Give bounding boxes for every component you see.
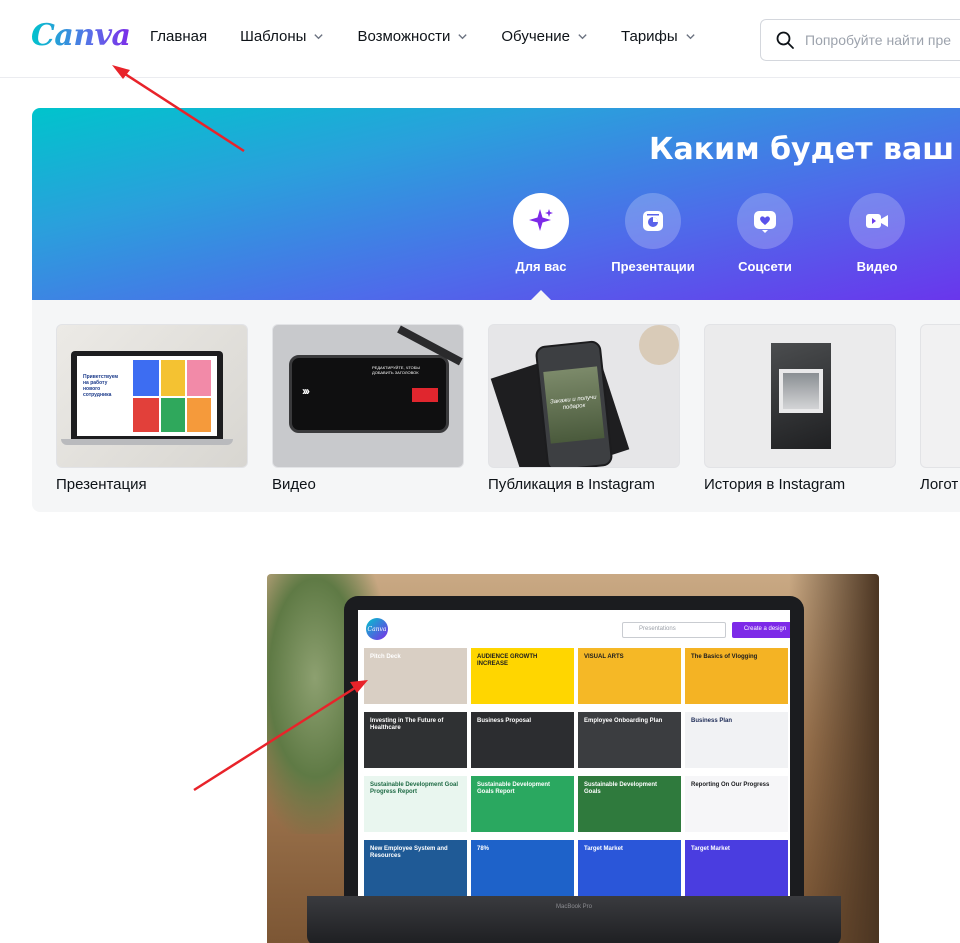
instagram-post-thumbnail: Закажи и получи подарок bbox=[488, 324, 680, 468]
search-box[interactable] bbox=[760, 19, 960, 61]
nav-templates-label: Шаблоны bbox=[240, 28, 307, 45]
top-header: Canva Главная Шаблоны Возможности Обучен… bbox=[0, 0, 960, 78]
design-type-logo-label: Логот bbox=[920, 476, 959, 493]
design-type-presentation-label: Презентация bbox=[56, 476, 147, 493]
category-for-you-label: Для вас bbox=[515, 259, 567, 274]
design-type-instagram-story-label: История в Instagram bbox=[704, 476, 846, 493]
phone-frame: ››› РЕДАКТИРУЙТЕ, ЧТОБЫ ДОБАВИТЬ ЗАГОЛОВ… bbox=[289, 355, 449, 433]
design-type-instagram-story[interactable]: История в Instagram bbox=[704, 324, 896, 493]
photo-block bbox=[133, 360, 159, 396]
screen-template-tile: Reporting On Our Progress bbox=[685, 776, 788, 832]
category-social-label: Соцсети bbox=[738, 259, 792, 274]
phone-frame: Закажи и получи подарок bbox=[534, 339, 614, 467]
chevron-down-icon bbox=[578, 34, 587, 40]
canva-logo[interactable]: Canva bbox=[31, 18, 131, 53]
screen-template-tile: VISUAL ARTS bbox=[578, 648, 681, 704]
canva-laptop-photo: Canva Presentations Create a design Pitc… bbox=[267, 574, 879, 943]
presentation-thumbnail: Приветствуем на работу нового сотрудника bbox=[56, 324, 248, 468]
laptop-screen: Canva Presentations Create a design Pitc… bbox=[358, 610, 790, 896]
video-thumbnail: ››› РЕДАКТИРУЙТЕ, ЧТОБЫ ДОБАВИТЬ ЗАГОЛОВ… bbox=[272, 324, 464, 468]
active-category-pointer bbox=[531, 290, 551, 300]
search-icon bbox=[776, 31, 794, 49]
category-for-you-circle bbox=[513, 193, 569, 249]
chevron-down-icon bbox=[458, 34, 468, 40]
photo-block bbox=[187, 360, 211, 396]
screen-template-tile: 78% bbox=[471, 840, 574, 896]
screen-template-tile: Target Market bbox=[578, 840, 681, 896]
category-social[interactable]: Соцсети bbox=[709, 193, 821, 274]
design-type-video[interactable]: ››› РЕДАКТИРУЙТЕ, ЧТОБЫ ДОБАВИТЬ ЗАГОЛОВ… bbox=[272, 324, 464, 493]
screen-template-tile: Business Plan bbox=[685, 712, 788, 768]
screen-search-field: Presentations bbox=[622, 622, 726, 638]
play-arrows: ››› bbox=[302, 384, 310, 398]
design-types-strip: Приветствуем на работу нового сотрудника… bbox=[32, 300, 960, 512]
design-type-instagram-post[interactable]: Закажи и получи подарок Публикация в Ins… bbox=[488, 324, 680, 493]
slide-text: Приветствуем на работу нового сотрудника bbox=[83, 374, 119, 398]
design-type-instagram-post-label: Публикация в Instagram bbox=[488, 476, 655, 493]
category-presentations-circle bbox=[625, 193, 681, 249]
screen-template-tile: AUDIENCE GROWTH INCREASE bbox=[471, 648, 574, 704]
nav-learn[interactable]: Обучение bbox=[501, 28, 588, 45]
nav-home-label: Главная bbox=[150, 28, 208, 45]
nav-features-label: Возможности bbox=[357, 28, 451, 45]
hero-banner: Каким будет ваш д Для вас Презентации Со… bbox=[32, 108, 960, 300]
screen-template-tile: Business Proposal bbox=[471, 712, 574, 768]
category-presentations[interactable]: Презентации bbox=[597, 193, 709, 274]
screen-template-tile: Sustainable Development Goals Report bbox=[471, 776, 574, 832]
screen-template-tile: The Basics of Vlogging bbox=[685, 648, 788, 704]
screen-template-tile: Investing in The Future of Healthcare bbox=[364, 712, 467, 768]
nav-pricing-label: Тарифы bbox=[620, 28, 678, 45]
screen-template-tile: Employee Onboarding Plan bbox=[578, 712, 681, 768]
sparkle-icon bbox=[529, 209, 553, 231]
photo-block bbox=[187, 398, 211, 432]
logo-thumbnail bbox=[920, 324, 960, 468]
screen-template-tile: New Employee System and Resources bbox=[364, 840, 467, 896]
video-camera-icon bbox=[866, 214, 888, 228]
chevron-down-icon bbox=[686, 34, 695, 40]
category-social-circle bbox=[737, 193, 793, 249]
screen-canva-logo: Canva bbox=[366, 618, 388, 640]
screen-template-tile: Target Market bbox=[685, 840, 788, 896]
category-presentations-label: Презентации bbox=[611, 259, 695, 274]
post-text: Закажи и получи подарок bbox=[549, 394, 597, 411]
laptop-base bbox=[61, 439, 233, 445]
nav-learn-label: Обучение bbox=[501, 28, 570, 45]
photo-block bbox=[161, 360, 185, 396]
screen-template-tile: Sustainable Development Goal Progress Re… bbox=[364, 776, 467, 832]
photo-block bbox=[161, 398, 185, 432]
main-nav: Главная Шаблоны Возможности Обучение Тар… bbox=[150, 28, 729, 45]
search-input[interactable] bbox=[805, 32, 960, 48]
watch-decoration bbox=[639, 325, 679, 365]
nav-templates[interactable]: Шаблоны bbox=[240, 28, 324, 45]
design-type-logo[interactable]: Логот bbox=[920, 324, 960, 493]
hero-title: Каким будет ваш д bbox=[649, 132, 960, 167]
video-title-text: РЕДАКТИРУЙТЕ, ЧТОБЫ ДОБАВИТЬ ЗАГОЛОВОК bbox=[372, 365, 420, 375]
screen-template-tile: Sustainable Development Goals bbox=[578, 776, 681, 832]
presentation-icon bbox=[643, 211, 663, 231]
design-type-video-label: Видео bbox=[272, 476, 316, 493]
laptop-base: MacBook Pro bbox=[307, 896, 841, 943]
heart-icon bbox=[754, 211, 776, 233]
nav-home[interactable]: Главная bbox=[150, 28, 207, 45]
story-frame bbox=[771, 343, 831, 449]
laptop: Canva Presentations Create a design Pitc… bbox=[344, 596, 804, 896]
category-video-circle bbox=[849, 193, 905, 249]
story-photo-inner bbox=[783, 373, 819, 409]
screen-create-design-button: Create a design bbox=[732, 622, 790, 638]
red-accent bbox=[412, 388, 438, 402]
category-for-you[interactable]: Для вас bbox=[485, 193, 597, 274]
nav-pricing[interactable]: Тарифы bbox=[621, 28, 696, 45]
laptop-brand: MacBook Pro bbox=[555, 904, 592, 910]
nav-features[interactable]: Возможности bbox=[357, 28, 468, 45]
screen-template-tile: Pitch Deck bbox=[364, 648, 467, 704]
chevron-down-icon bbox=[314, 34, 324, 40]
category-video-label: Видео bbox=[856, 259, 898, 274]
instagram-story-thumbnail bbox=[704, 324, 896, 468]
post-image: Закажи и получи подарок bbox=[543, 366, 605, 444]
slide-screen: Приветствуем на работу нового сотрудника bbox=[77, 356, 217, 436]
design-type-presentation[interactable]: Приветствуем на работу нового сотрудника… bbox=[56, 324, 248, 493]
photo-block bbox=[133, 398, 159, 432]
category-video[interactable]: Видео bbox=[821, 193, 933, 274]
